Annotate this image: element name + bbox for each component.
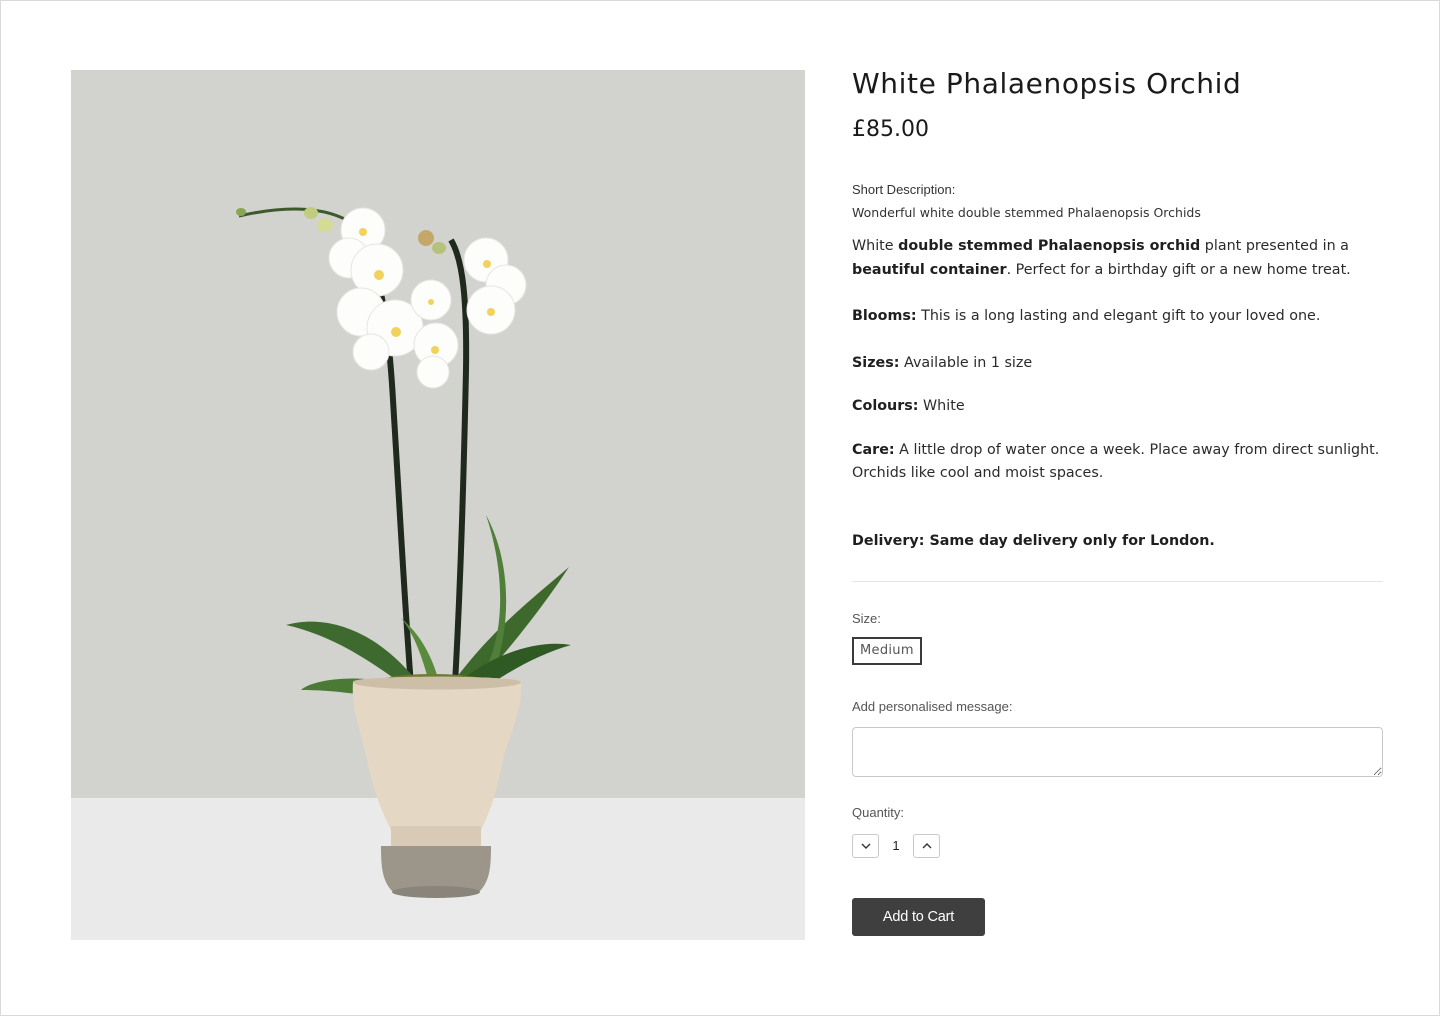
blooms-label: Blooms: bbox=[852, 308, 917, 324]
quantity-input[interactable] bbox=[879, 838, 913, 853]
description-blooms: Blooms: This is a long lasting and elega… bbox=[852, 305, 1383, 329]
intro-text: . Perfect for a birthday gift or a new h… bbox=[1006, 261, 1351, 278]
intro-bold-text: beautiful container bbox=[852, 261, 1007, 278]
size-option-medium[interactable]: Medium bbox=[852, 636, 922, 665]
quantity-stepper bbox=[852, 833, 1383, 858]
product-image[interactable] bbox=[71, 70, 805, 940]
product-title: White Phalaenopsis Orchid bbox=[852, 67, 1242, 100]
intro-text: plant presented in a bbox=[1200, 238, 1349, 254]
colours-text: White bbox=[918, 398, 965, 414]
colours-label: Colours: bbox=[852, 398, 919, 414]
care-label: Care: bbox=[852, 441, 895, 458]
divider bbox=[852, 580, 1383, 582]
description-colours: Colours: White bbox=[852, 395, 1383, 419]
size-label: Size: bbox=[852, 610, 881, 626]
description-care: Care: A little drop of water once a week… bbox=[852, 439, 1383, 486]
orchid-photo bbox=[71, 70, 805, 940]
product-description: White double stemmed Phalaenopsis orchid… bbox=[852, 235, 1383, 486]
blooms-text: This is a long lasting and elegant gift … bbox=[916, 308, 1321, 324]
product-price: £85.00 bbox=[852, 117, 929, 142]
intro-bold-text: double stemmed Phalaenopsis orchid bbox=[898, 238, 1201, 254]
page-frame: White Phalaenopsis Orchid £85.00 Short D… bbox=[0, 0, 1440, 1016]
message-label: Add personalised message: bbox=[852, 698, 1013, 714]
care-text: A little drop of water once a week. Plac… bbox=[852, 441, 1380, 482]
sizes-label: Sizes: bbox=[852, 354, 900, 371]
short-description-label: Short Description: bbox=[852, 182, 956, 197]
short-description: Wonderful white double stemmed Phalaenop… bbox=[852, 205, 1201, 220]
description-sizes: Sizes: Available in 1 size bbox=[852, 352, 1383, 376]
quantity-increment-button[interactable] bbox=[913, 833, 940, 858]
quantity-label: Quantity: bbox=[852, 804, 905, 820]
delivery-note: Delivery: Same day delivery only for Lon… bbox=[852, 532, 1215, 549]
quantity-decrement-button[interactable] bbox=[852, 833, 879, 858]
add-to-cart-button[interactable]: Add to Cart bbox=[852, 897, 985, 936]
product-details: White Phalaenopsis Orchid £85.00 Short D… bbox=[852, 65, 1383, 936]
chevron-down-icon bbox=[861, 843, 870, 849]
sizes-text: Available in 1 size bbox=[899, 354, 1033, 371]
description-intro: White double stemmed Phalaenopsis orchid… bbox=[852, 235, 1383, 282]
chevron-up-icon bbox=[922, 842, 931, 848]
intro-text: White bbox=[852, 238, 899, 254]
message-field[interactable] bbox=[852, 726, 1383, 777]
